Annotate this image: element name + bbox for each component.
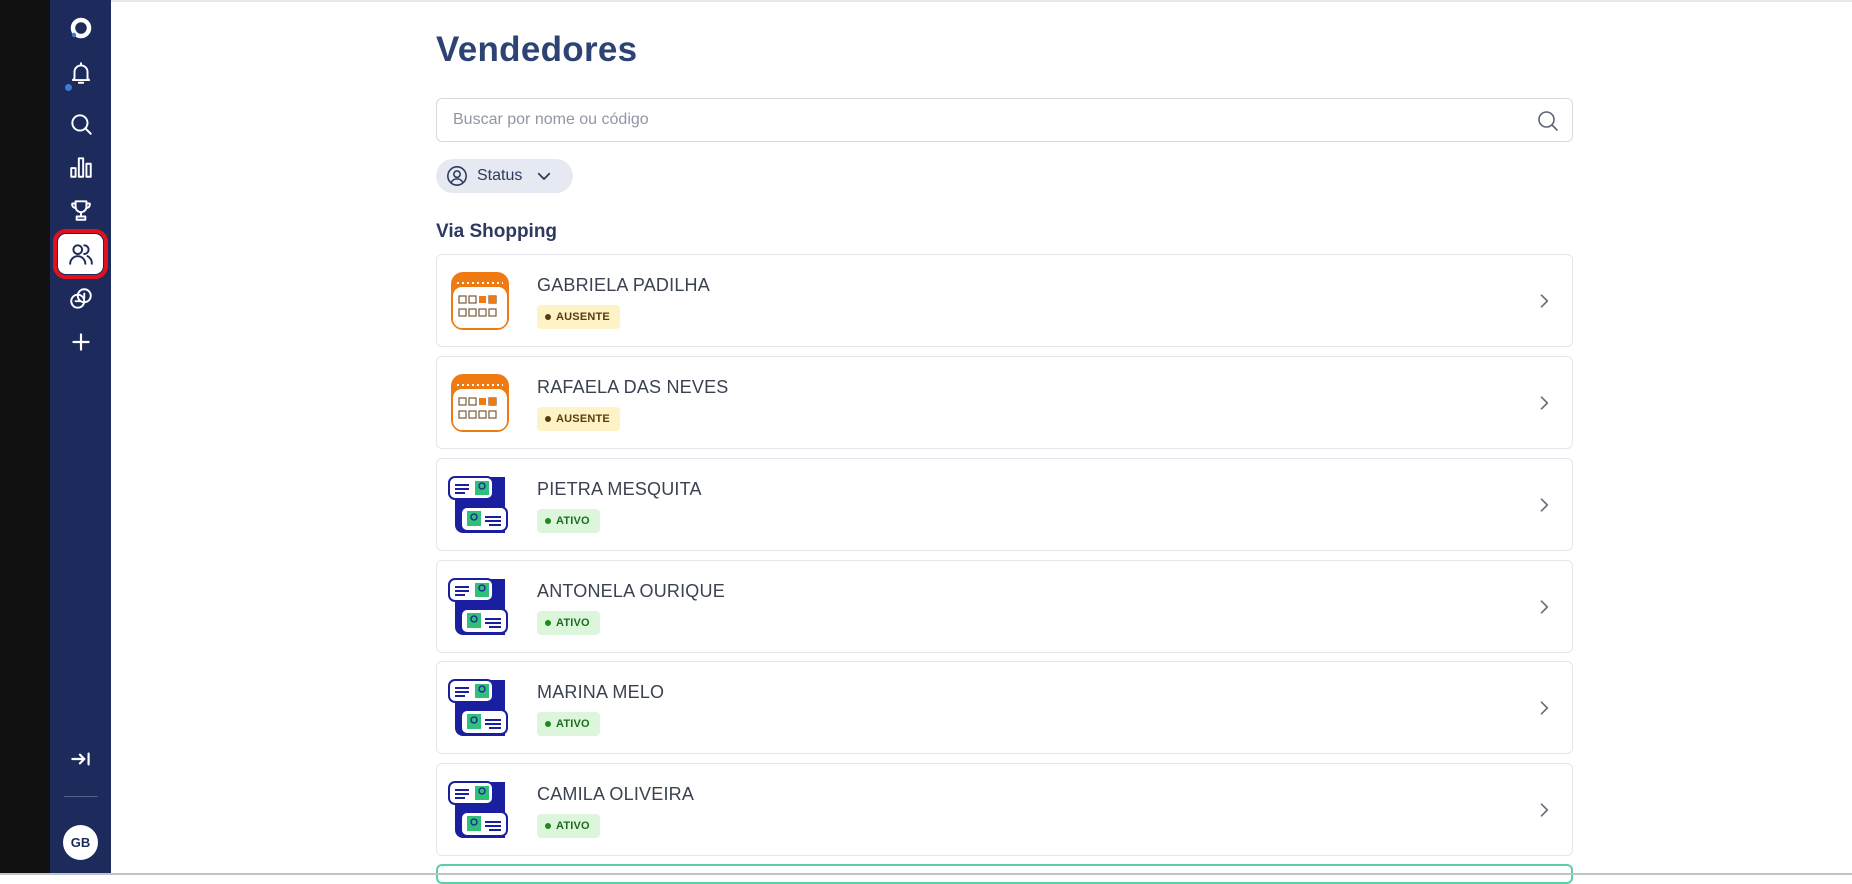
search-box [436, 98, 1573, 142]
page-title: Vendedores [436, 30, 638, 69]
sidebar-item-search[interactable] [58, 104, 103, 144]
status-badge: ATIVO [537, 611, 600, 635]
id-cards-icon [448, 679, 508, 736]
status-badge: ATIVO [537, 814, 600, 838]
seller-card[interactable]: ANTONELA OURIQUE ATIVO [436, 560, 1573, 653]
avatar[interactable]: GB [63, 825, 98, 860]
user-circle-icon [447, 166, 467, 186]
chevron-right-icon [1540, 701, 1549, 715]
logo-icon[interactable] [69, 16, 93, 40]
expand-icon [70, 752, 90, 766]
chevron-down-icon [538, 172, 551, 180]
chevron-right-icon [1540, 498, 1549, 512]
seller-name: PIETRA MESQUITA [537, 479, 702, 499]
seller-card[interactable]: CAMILA OLIVEIRA ATIVO [436, 763, 1573, 856]
seller-card[interactable]: GABRIELA PADILHA AUSENTE [436, 254, 1573, 347]
left-black-strip [0, 0, 50, 875]
status-badge: ATIVO [537, 712, 600, 736]
top-border [111, 0, 1852, 2]
sidebar-item-reports[interactable] [58, 147, 103, 187]
status-filter-button[interactable]: Status [436, 159, 573, 193]
seller-name: GABRIELA PADILHA [537, 275, 710, 295]
seller-name: CAMILA OLIVEIRA [537, 784, 695, 804]
id-cards-icon [448, 578, 508, 635]
id-cards-icon [448, 781, 508, 838]
chevron-right-icon [1540, 600, 1549, 614]
search-icon[interactable] [1536, 109, 1560, 133]
bell-icon [71, 62, 90, 84]
notification-dot [65, 84, 72, 91]
seller-name: MARINA MELO [537, 682, 665, 702]
search-icon [70, 114, 92, 135]
bar-chart-icon [69, 157, 92, 178]
seller-card[interactable]: PIETRA MESQUITA ATIVO [436, 458, 1573, 551]
status-badge: AUSENTE [537, 407, 620, 431]
trophy-icon [70, 200, 91, 221]
users-icon [68, 244, 93, 265]
sidebar-item-commissions[interactable] [58, 279, 103, 319]
seller-name: ANTONELA OURIQUE [537, 581, 725, 601]
search-input[interactable] [453, 99, 1513, 141]
calendar-icon [451, 374, 509, 432]
id-cards-icon [448, 476, 508, 533]
sidebar-divider [64, 796, 98, 797]
coins-icon [69, 288, 92, 309]
sidebar-item-rankings[interactable] [58, 190, 103, 230]
calendar-icon [451, 272, 509, 330]
seller-name: RAFAELA DAS NEVES [537, 377, 729, 397]
sidebar: GB [50, 0, 111, 875]
chevron-right-icon [1540, 396, 1549, 410]
plus-icon [71, 333, 90, 351]
chevron-right-icon [1540, 803, 1549, 817]
group-title: Via Shopping [436, 221, 558, 242]
status-badge: AUSENTE [537, 305, 620, 329]
chevron-right-icon [1540, 294, 1549, 308]
status-filter-label: Status [477, 167, 523, 184]
sidebar-item-add[interactable] [58, 322, 103, 362]
seller-card[interactable]: MARINA MELO ATIVO [436, 661, 1573, 754]
seller-card[interactable]: RAFAELA DAS NEVES AUSENTE [436, 356, 1573, 449]
status-badge: ATIVO [537, 509, 600, 533]
sidebar-item-sellers[interactable] [53, 229, 108, 279]
sidebar-expand-button[interactable] [58, 739, 103, 779]
